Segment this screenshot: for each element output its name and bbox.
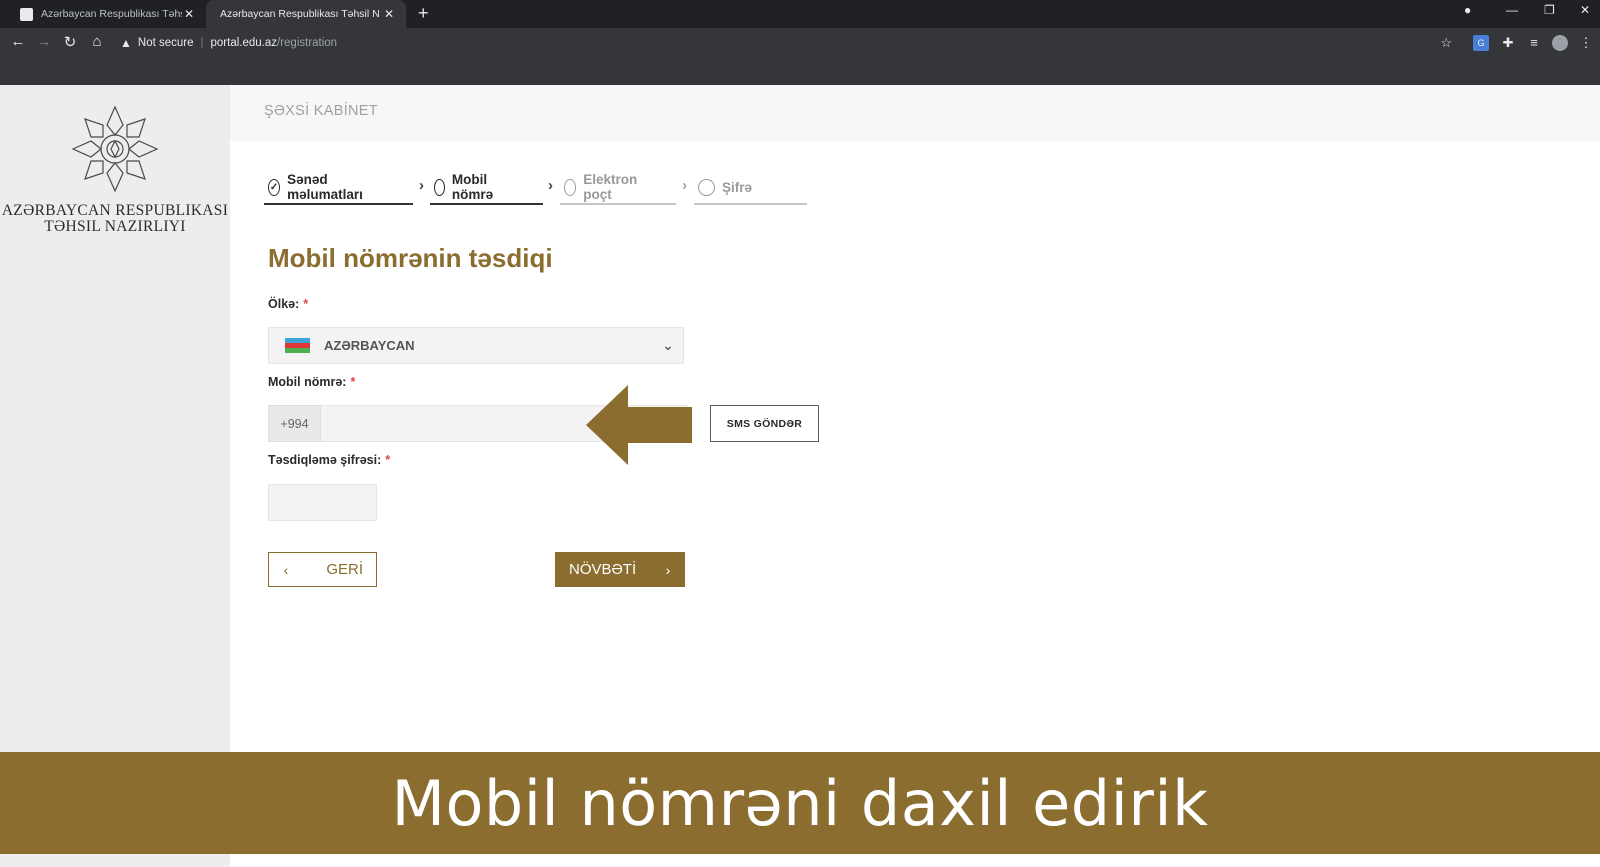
window-close-icon[interactable]: ✕ — [1580, 3, 1590, 17]
phone-label-text: Mobil nömrə: — [268, 375, 347, 389]
browser-tab-bar: Azərbaycan Respublikası Təhsil N ✕ Azərb… — [0, 0, 1600, 28]
send-sms-button[interactable]: SMS GÖNDƏR — [710, 405, 819, 442]
next-button[interactable]: NÖVBƏTİ › — [555, 552, 685, 587]
url-host: portal.edu.az — [210, 37, 278, 49]
browser-tab[interactable]: Azərbaycan Respublikası Təhsil N ✕ — [6, 0, 206, 28]
security-label: Not secure — [137, 37, 194, 49]
circle-icon — [698, 178, 715, 196]
ministry-emblem-icon — [71, 105, 159, 193]
forward-arrow-icon[interactable]: → — [34, 33, 54, 50]
user-avatar-icon[interactable] — [1552, 35, 1568, 51]
browser-tab-active[interactable]: Azərbaycan Respublikası Təhsil N ✕ — [206, 0, 406, 28]
back-button[interactable]: ‹ GERİ — [268, 552, 377, 587]
browser-toolbar: ← → ↻ ⌂ ▲ Not secure | portal.edu.az/reg… — [0, 28, 1600, 58]
ministry-name-line2: Təhsil Nazirliyi — [44, 218, 186, 235]
country-value: AZƏRBAYCAN — [324, 338, 415, 353]
country-label-text: Ölkə: — [268, 297, 300, 311]
circle-icon — [434, 178, 445, 196]
step-document-info[interactable]: ✓ Sənəd məlumatları — [268, 169, 368, 205]
phone-label: Mobil nömrə: * — [268, 375, 355, 389]
chevron-right-icon: › — [682, 177, 687, 194]
warning-icon: ▲ — [120, 36, 132, 50]
chevron-right-icon: › — [419, 177, 424, 194]
circle-icon — [564, 178, 577, 196]
bookmark-bar — [0, 58, 1600, 85]
step-label: Mobil nömrə — [451, 172, 494, 202]
address-bar[interactable]: ▲ Not secure | portal.edu.az/registratio… — [120, 32, 1458, 54]
reload-icon[interactable]: ↻ — [60, 33, 80, 51]
azerbaijan-flag-icon — [285, 337, 310, 354]
back-button-label: GERİ — [326, 561, 363, 578]
left-arrow-annotation-icon — [586, 385, 692, 465]
page-header-title: ŞƏXSİ KABİNET — [264, 103, 378, 119]
chevron-left-icon: ‹ — [283, 561, 289, 578]
step-underline — [560, 203, 676, 205]
check-circle-icon: ✓ — [268, 178, 281, 196]
minimize-icon[interactable]: — — [1506, 3, 1518, 17]
extensions-puzzle-icon[interactable]: ✚ — [1500, 35, 1516, 51]
phone-country-code: +994 — [268, 405, 321, 442]
main-content: ŞƏXSİ KABİNET ✓ Sənəd məlumatları › Mobi… — [230, 85, 1600, 867]
restore-icon[interactable]: ❐ — [1544, 3, 1555, 17]
step-label: Şifrə — [722, 179, 753, 195]
required-mark: * — [385, 453, 391, 467]
ministry-name: Azərbaycan Respublikası Təhsil Nazirliyi — [0, 203, 230, 235]
tab-title: Azərbaycan Respublikası Təhsil N — [220, 8, 380, 20]
step-label: Elektron poçt — [583, 172, 638, 202]
bookmark-star-icon[interactable]: ☆ — [1440, 35, 1452, 51]
required-mark: * — [350, 375, 356, 389]
step-underline — [694, 203, 807, 205]
close-icon[interactable]: ✕ — [382, 7, 396, 21]
page-header: ŞƏXSİ KABİNET — [230, 85, 1600, 141]
chevron-down-icon: ⌄ — [662, 337, 674, 353]
chevron-right-icon: › — [548, 177, 553, 194]
step-underline — [430, 203, 543, 205]
kebab-menu-icon[interactable]: ⋮ — [1578, 35, 1594, 51]
step-underline — [264, 203, 413, 205]
step-mobile-number[interactable]: Mobil nömrə — [434, 169, 499, 205]
code-label-text: Təsdiqləmə şifrəsi: — [268, 453, 382, 467]
back-arrow-icon[interactable]: ← — [8, 33, 28, 50]
country-label: Ölkə: * — [268, 297, 308, 311]
home-icon[interactable]: ⌂ — [87, 33, 107, 50]
form-title: Mobil nömrənin təsdiqi — [268, 243, 553, 273]
required-mark: * — [303, 297, 309, 311]
new-tab-icon[interactable]: + — [418, 3, 429, 24]
code-label: Təsdiqləmə şifrəsi: * — [268, 453, 390, 467]
caption-text: Mobil nömrəni daxil edirik — [391, 766, 1209, 840]
verification-code-input[interactable] — [268, 484, 377, 521]
profile-indicator-icon[interactable]: ● — [1464, 3, 1471, 17]
translate-extension-icon[interactable]: G — [1473, 35, 1489, 51]
sidebar: Azərbaycan Respublikası Təhsil Nazirliyi — [0, 85, 230, 867]
ministry-name-line1: Azərbaycan Respublikası — [1, 202, 229, 219]
caption-banner: Mobil nömrəni daxil edirik — [0, 752, 1600, 854]
step-email[interactable]: Elektron poçt — [564, 169, 642, 205]
country-select[interactable]: AZƏRBAYCAN ⌄ — [268, 327, 684, 364]
reading-list-icon[interactable]: ≡ — [1526, 35, 1542, 51]
chevron-right-icon: › — [665, 561, 671, 578]
close-icon[interactable]: ✕ — [182, 7, 196, 21]
url-path: /registration — [277, 37, 338, 49]
site-favicon-icon — [20, 7, 33, 21]
next-button-label: NÖVBƏTİ — [569, 561, 637, 578]
step-password[interactable]: Şifrə — [698, 169, 752, 205]
omnibox-divider: | — [200, 37, 204, 49]
tab-title: Azərbaycan Respublikası Təhsil N — [41, 8, 182, 20]
step-label: Sənəd məlumatları — [287, 172, 363, 202]
